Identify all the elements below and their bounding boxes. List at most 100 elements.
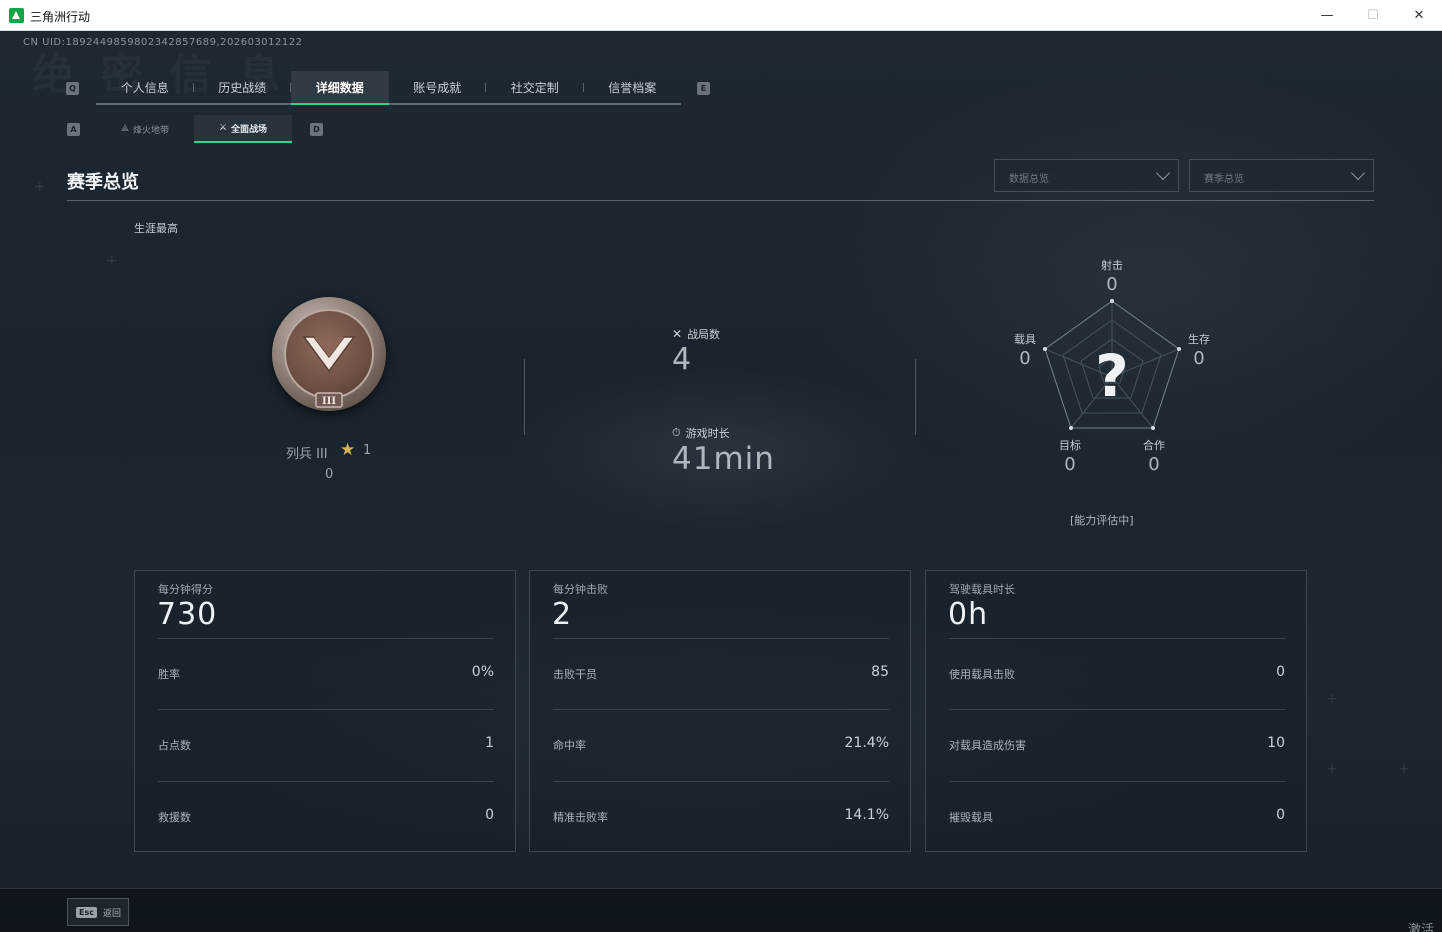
decor-cross: + bbox=[1326, 691, 1338, 707]
stat-value: 10 bbox=[1267, 735, 1285, 751]
matches-label: ✕ 战局数 bbox=[672, 326, 720, 342]
radar-value-objective: 0 bbox=[1064, 454, 1076, 475]
stopwatch-icon: ⏱ bbox=[672, 426, 681, 439]
stat-value: 21.4% bbox=[844, 735, 889, 751]
stat-value: 0 bbox=[485, 807, 494, 823]
stat-value: 0 bbox=[1276, 807, 1285, 823]
card-label: 驾驶载具时长 bbox=[949, 583, 1015, 596]
minimize-button[interactable]: — bbox=[1304, 0, 1350, 30]
stat-label: 占点数 bbox=[158, 739, 191, 752]
stat-label: 命中率 bbox=[553, 739, 586, 752]
playtime-label-text: 游戏时长 bbox=[685, 427, 730, 440]
stat-value: 0% bbox=[471, 664, 494, 680]
esc-key-icon: Esc bbox=[76, 906, 97, 918]
nav-next-key[interactable]: E bbox=[697, 82, 710, 95]
bottom-bar: Esc 返回 激活 bbox=[0, 888, 1442, 932]
tab-personal-info[interactable]: 个人信息 bbox=[96, 71, 194, 103]
data-overview-dropdown[interactable]: 数据总览 bbox=[994, 159, 1179, 192]
star-icon: ★ bbox=[340, 440, 356, 460]
tab-credit-record[interactable]: 信誉档案 bbox=[584, 71, 682, 103]
ability-status: [能力评估中] bbox=[1070, 514, 1134, 527]
back-label: 返回 bbox=[102, 908, 121, 919]
stat-label: 精准击败率 bbox=[553, 811, 608, 824]
stat-row: 胜率 0% bbox=[158, 638, 494, 709]
column-divider bbox=[524, 359, 525, 435]
column-divider bbox=[915, 359, 916, 435]
rank-tier-numeral: III bbox=[322, 396, 336, 407]
app-logo-icon bbox=[9, 8, 24, 23]
rank-score: 0 bbox=[325, 467, 334, 482]
tab-match-history[interactable]: 历史战绩 bbox=[194, 71, 291, 103]
tab-label: 详细数据 bbox=[315, 80, 364, 95]
stat-label: 对载具造成伤害 bbox=[949, 739, 1026, 752]
tab-social-custom[interactable]: 社交定制 bbox=[486, 71, 584, 103]
subtab-label: 烽火地带 bbox=[133, 125, 170, 136]
back-button[interactable]: Esc 返回 bbox=[67, 898, 129, 926]
tab-label: 个人信息 bbox=[120, 80, 169, 95]
chevron-down-icon bbox=[1350, 165, 1366, 181]
radar-label-vehicle: 载具 bbox=[1014, 333, 1036, 346]
chevron-down-icon bbox=[1155, 165, 1171, 181]
stat-label: 击败干员 bbox=[553, 668, 597, 681]
stat-value: 0 bbox=[1276, 664, 1285, 680]
subtab-hazard-zone[interactable]: ⟁ 烽火地带 bbox=[96, 115, 194, 143]
tab-detailed-data[interactable]: 详细数据 bbox=[291, 71, 389, 105]
all-out-war-icon: ⚔ bbox=[218, 123, 228, 133]
career-best-label: 生涯最高 bbox=[134, 222, 178, 235]
radar-label-objective: 目标 bbox=[1059, 439, 1081, 452]
stat-label: 救援数 bbox=[158, 811, 191, 824]
stat-row: 占点数 1 bbox=[158, 709, 494, 780]
decor-cross: + bbox=[1398, 761, 1410, 777]
hazard-zone-icon: ⟁ bbox=[120, 124, 129, 134]
season-dropdown[interactable]: 赛季总览 bbox=[1189, 159, 1374, 192]
decor-cross: + bbox=[34, 179, 46, 195]
nav-prev-key[interactable]: Q bbox=[66, 82, 79, 95]
game-view: 绝 密 信 息 CN UID:18924498598023428576​89,2… bbox=[0, 31, 1442, 932]
rank-chevron-icon: III bbox=[302, 336, 356, 408]
tab-label: 信誉档案 bbox=[608, 80, 657, 95]
stat-value: 85 bbox=[871, 664, 889, 680]
matches-value: 4 bbox=[672, 342, 692, 377]
stat-card-kills: 每分钟击败 2 击败干员 85 命中率 21.4% 精准击败率 14.1% bbox=[529, 570, 911, 852]
playtime-label: ⏱ 游戏时长 bbox=[672, 425, 730, 441]
card-label: 每分钟得分 bbox=[158, 583, 213, 596]
playtime-value: 41min bbox=[672, 441, 775, 477]
stat-row: 精准击败率 14.1% bbox=[553, 781, 889, 852]
stat-label: 胜率 bbox=[158, 668, 180, 681]
radar-value-vehicle: 0 bbox=[1019, 348, 1031, 369]
window-title: 三角洲行动 bbox=[30, 10, 91, 24]
activation-watermark: 激活 bbox=[1407, 923, 1434, 932]
dropdown-value: 赛季总览 bbox=[1204, 174, 1244, 185]
subtab-label: 全面战场 bbox=[231, 124, 268, 135]
maximize-button[interactable]: ☐ bbox=[1350, 0, 1396, 30]
stat-row: 对载具造成伤害 10 bbox=[949, 709, 1285, 780]
radar-value-shooting: 0 bbox=[1106, 274, 1118, 295]
close-button[interactable]: ✕ bbox=[1396, 0, 1442, 30]
stat-value: 14.1% bbox=[844, 807, 889, 823]
stat-row: 救援数 0 bbox=[158, 781, 494, 852]
stat-card-score: 每分钟得分 730 胜率 0% 占点数 1 救援数 0 bbox=[134, 570, 516, 852]
player-uid: CN UID:18924498598023428576​89,202603012… bbox=[23, 37, 303, 48]
unknown-rating-glyph: ? bbox=[1095, 342, 1129, 410]
subnav-prev-key[interactable]: A bbox=[67, 123, 80, 136]
radar-label-survival: 生存 bbox=[1188, 333, 1210, 346]
card-main-value: 0h bbox=[948, 597, 989, 632]
rank-medal-icon: III bbox=[272, 297, 386, 411]
decor-cross: + bbox=[1326, 761, 1338, 777]
dropdown-value: 数据总览 bbox=[1009, 174, 1049, 185]
decor-cross: + bbox=[106, 253, 118, 269]
matches-label-text: 战局数 bbox=[687, 328, 721, 341]
tab-achievements[interactable]: 账号成就 bbox=[389, 71, 486, 103]
rank-star-count: 1 bbox=[363, 443, 372, 458]
main-tabbar: 个人信息 历史战绩 详细数据 账号成就 社交定制 信誉档案 bbox=[96, 71, 681, 105]
stat-label: 使用载具击败 bbox=[949, 668, 1015, 681]
subnav-next-key[interactable]: D bbox=[310, 123, 323, 136]
subtab-all-out-war[interactable]: ⚔ 全面战场 bbox=[194, 115, 292, 143]
crossed-swords-icon: ✕ bbox=[672, 327, 683, 341]
radar-value-survival: 0 bbox=[1193, 348, 1205, 369]
tab-label: 历史战绩 bbox=[218, 80, 267, 95]
window-titlebar: 三角洲行动 — ☐ ✕ bbox=[0, 0, 1442, 31]
radar-value-teamwork: 0 bbox=[1148, 454, 1160, 475]
stat-label: 摧毁载具 bbox=[949, 811, 993, 824]
stat-row: 使用载具击败 0 bbox=[949, 638, 1285, 709]
